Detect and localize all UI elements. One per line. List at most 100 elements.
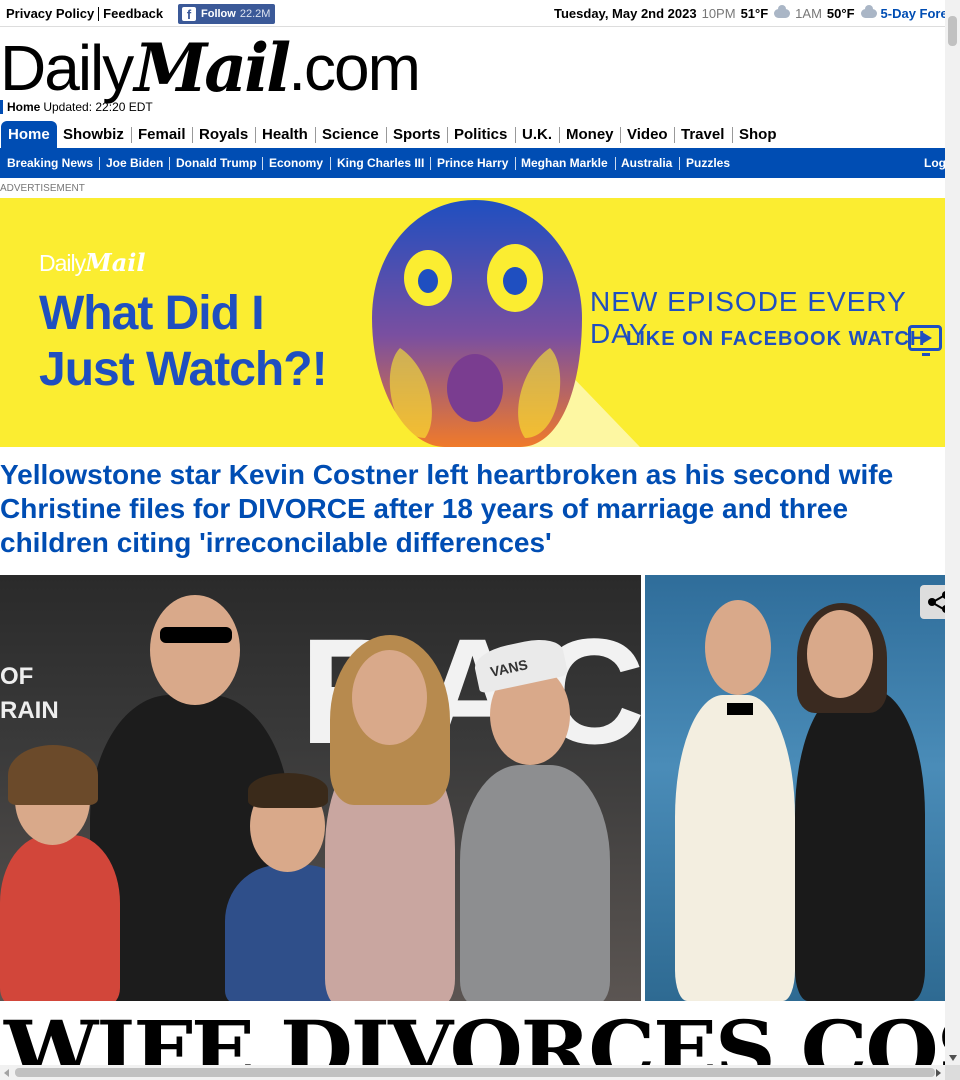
ad-brand-daily: Daily [39, 250, 86, 276]
divider [515, 127, 516, 143]
divider [386, 127, 387, 143]
subnav-breaking-news[interactable]: Breaking News [7, 149, 93, 178]
follow-label: Follow [201, 8, 236, 20]
primary-nav: Home Showbiz Femail Royals Health Scienc… [0, 121, 945, 149]
privacy-policy-link[interactable]: Privacy Policy [6, 6, 94, 21]
home-breadcrumb[interactable]: Home [7, 100, 40, 114]
ad-headline-line1: What Did I [39, 287, 265, 340]
person-hair [8, 745, 98, 805]
follow-count: 22.2M [239, 8, 271, 20]
top-bar: Privacy Policy Feedback f Follow 22.2M T… [0, 0, 960, 27]
weather-time-now: 10PM [701, 6, 736, 21]
person-hair [248, 773, 328, 808]
weather-time-later: 1AM [795, 6, 822, 21]
subnav-economy[interactable]: Economy [269, 149, 323, 178]
subnav-joe-biden[interactable]: Joe Biden [106, 149, 163, 178]
article-headline[interactable]: Yellowstone star Kevin Costner left hear… [0, 458, 945, 560]
nav-money[interactable]: Money [566, 121, 614, 148]
secondary-nav: Breaking News Joe Biden Donald Trump Eco… [0, 149, 945, 178]
bow-tie-icon [727, 703, 753, 715]
divider [262, 157, 263, 170]
weather-temp-now: 51°F [740, 6, 769, 21]
shocked-face-emoji-icon [372, 200, 582, 447]
subnav-king-charles[interactable]: King Charles III [337, 149, 424, 178]
photo-backdrop-text: OF RAIN [0, 660, 59, 728]
divider [620, 127, 621, 143]
divider [732, 127, 733, 143]
advertisement-label: ADVERTISEMENT [0, 183, 85, 194]
current-date: Tuesday, May 2nd 2023 [554, 6, 697, 21]
subnav-puzzles[interactable]: Puzzles [686, 149, 730, 178]
logo-mail: Mail [134, 29, 291, 107]
cloud-icon [774, 5, 791, 18]
couple-red-carpet-photo [645, 575, 945, 1001]
divider [192, 127, 193, 143]
person-figure [795, 690, 925, 1001]
divider [679, 157, 680, 170]
cloud-icon [860, 5, 877, 18]
person-figure [0, 835, 120, 1001]
nav-royals[interactable]: Royals [199, 121, 248, 148]
person-head [705, 600, 771, 695]
nav-showbiz[interactable]: Showbiz [63, 121, 124, 148]
article-hero-image[interactable]: RAC OF RAIN VANS [0, 575, 945, 1005]
advertisement-banner[interactable]: Daily Mail What Did I Just Watch?! NEW E… [0, 198, 945, 447]
updated-timestamp: Updated: 22:20 EDT [43, 100, 153, 114]
nav-femail[interactable]: Femail [138, 121, 186, 148]
divider [169, 157, 170, 170]
nav-health[interactable]: Health [262, 121, 308, 148]
person-figure [675, 695, 795, 1001]
ad-headline: What Did I Just Watch?! [39, 286, 328, 398]
nav-travel[interactable]: Travel [681, 121, 724, 148]
horizontal-scrollbar[interactable] [0, 1065, 945, 1080]
scrollbar-thumb[interactable] [15, 1068, 935, 1077]
subnav-prince-harry[interactable]: Prince Harry [437, 149, 508, 178]
nav-uk[interactable]: U.K. [522, 121, 552, 148]
scroll-down-arrow-icon[interactable] [949, 1055, 957, 1061]
nav-home[interactable]: Home [1, 121, 57, 149]
nav-sports[interactable]: Sports [393, 121, 441, 148]
watch-video-icon [908, 325, 942, 356]
nav-video[interactable]: Video [627, 121, 668, 148]
subnav-donald-trump[interactable]: Donald Trump [176, 149, 257, 178]
vertical-scrollbar[interactable] [945, 0, 960, 1065]
page: Privacy Policy Feedback f Follow 22.2M T… [0, 0, 960, 1080]
divider [255, 127, 256, 143]
nav-shop[interactable]: Shop [739, 121, 777, 148]
nav-science[interactable]: Science [322, 121, 379, 148]
divider [559, 127, 560, 143]
facebook-follow-button[interactable]: f Follow 22.2M [178, 4, 275, 24]
backdrop-word: RAIN [0, 697, 59, 724]
divider [447, 127, 448, 143]
scrollbar-thumb[interactable] [948, 16, 957, 46]
backdrop-word: OF [0, 663, 34, 690]
weather-widget: Tuesday, May 2nd 2023 10PM 51°F 1AM 50°F… [554, 5, 960, 21]
person-figure [460, 765, 610, 1001]
scroll-left-arrow-icon[interactable] [4, 1069, 9, 1077]
divider [674, 127, 675, 143]
updated-line: Home Updated: 22:20 EDT [0, 100, 153, 114]
ad-brand-mail: Mail [85, 248, 146, 277]
subnav-australia[interactable]: Australia [621, 149, 672, 178]
ad-brand-logo: Daily Mail [39, 248, 145, 277]
image-banner-caption: WIFE DIVORCES COSTNER [0, 1003, 945, 1073]
logo-com: .com [288, 32, 421, 104]
ad-tagline-facebook-watch: LIKE ON FACEBOOK WATCH [626, 328, 926, 350]
weather-temp-later: 50°F [826, 6, 855, 21]
subnav-meghan-markle[interactable]: Meghan Markle [521, 149, 608, 178]
top-links: Privacy Policy Feedback [6, 6, 163, 21]
scroll-right-arrow-icon[interactable] [936, 1069, 941, 1077]
divider [99, 157, 100, 170]
divider [131, 127, 132, 143]
person-head [352, 650, 427, 745]
nav-politics[interactable]: Politics [454, 121, 507, 148]
divider [430, 157, 431, 170]
divider [98, 6, 100, 21]
feedback-link[interactable]: Feedback [103, 6, 163, 21]
facebook-icon: f [182, 7, 196, 22]
site-logo[interactable]: Daily Mail .com [0, 29, 421, 107]
person-head [150, 595, 240, 705]
divider [330, 157, 331, 170]
sunglasses-icon [160, 627, 232, 643]
logo-daily: Daily [0, 32, 134, 104]
